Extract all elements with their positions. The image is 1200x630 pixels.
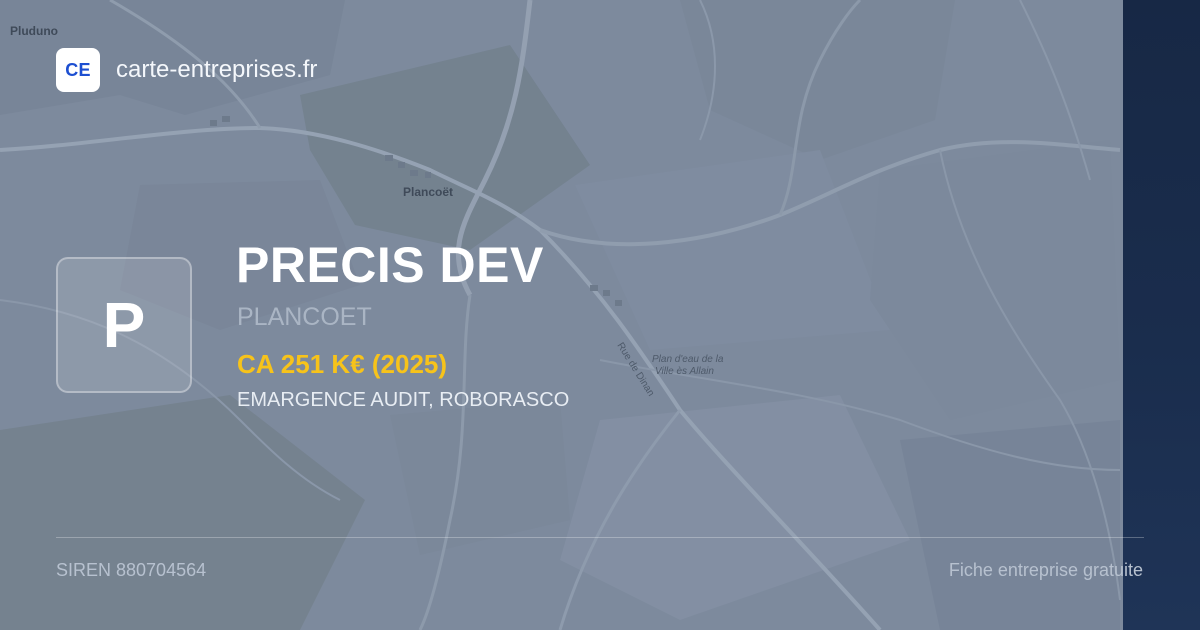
company-name: PRECIS DEV bbox=[236, 237, 544, 293]
company-siren: SIREN 880704564 bbox=[56, 560, 207, 580]
map-label-plan-eau-line2: Ville ès Allain bbox=[655, 366, 714, 377]
company-city: PLANCOET bbox=[237, 303, 372, 331]
footer-divider bbox=[56, 537, 1144, 538]
brand-domain: carte-entreprises.fr bbox=[116, 56, 318, 83]
map-label-plancoet: Plancoët bbox=[403, 185, 453, 199]
company-revenue: CA 251 K€ (2025) bbox=[237, 349, 448, 379]
map-label-pluduno: Pluduno bbox=[10, 24, 58, 38]
ce-logo-icon: CE bbox=[56, 48, 100, 92]
company-initial-avatar: P bbox=[56, 257, 192, 393]
right-accent-band bbox=[1123, 0, 1200, 630]
company-aliases: EMARGENCE AUDIT, ROBORASCO bbox=[237, 389, 570, 411]
footer-tagline: Fiche entreprise gratuite bbox=[948, 560, 1143, 580]
brand-header: CE carte-entreprises.fr bbox=[56, 48, 317, 92]
map-label-plan-eau-line1: Plan d'eau de la bbox=[652, 354, 724, 365]
preview-card: Pluduno Plancoët Rue de Dinan Plan d'eau… bbox=[0, 0, 1200, 630]
